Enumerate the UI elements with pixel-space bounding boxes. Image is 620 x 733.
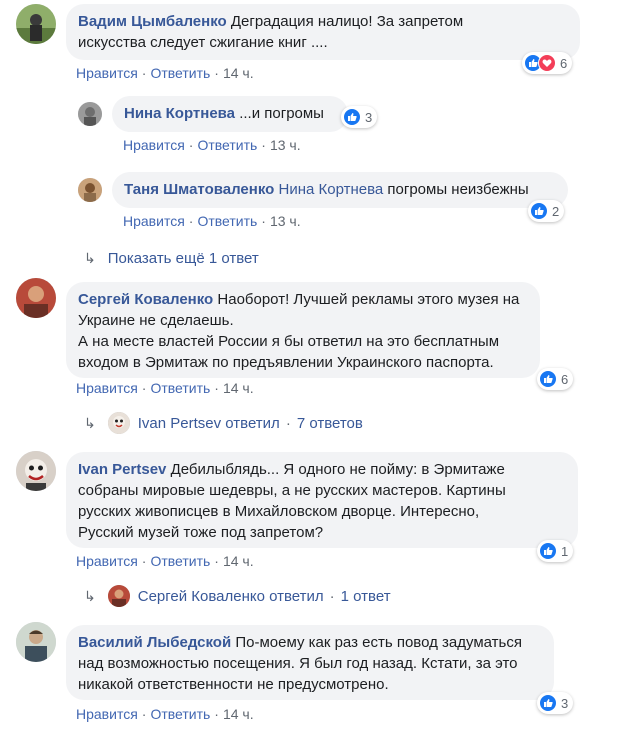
- comment-bubble: Ivan Pertsev Дебилыблядь... Я одного не …: [66, 452, 578, 548]
- like-button[interactable]: Нравится: [123, 137, 185, 153]
- comment-text: собраны мировые шедевры, а не русских ма…: [78, 482, 506, 499]
- comment-text: никакой ответственности не предусмотрено…: [78, 676, 389, 693]
- reply-button[interactable]: Ответить: [197, 137, 257, 153]
- reaction-count: 3: [561, 695, 569, 711]
- mention-link[interactable]: Нина Кортнева: [278, 181, 383, 198]
- comment-text: По-моему как раз есть повод задуматься: [235, 634, 522, 651]
- love-icon: [538, 54, 556, 72]
- reaction-count: 2: [552, 203, 560, 219]
- reply-arrow-icon: ↳: [84, 414, 96, 431]
- comment-text: входом в Эрмитаж по предъявлении Украинс…: [78, 354, 494, 371]
- reply-arrow-icon: ↳: [84, 587, 96, 604]
- avatar[interactable]: [16, 622, 56, 662]
- show-more-replies[interactable]: ↳ Показать ещё 1 ответ: [84, 250, 259, 267]
- timestamp[interactable]: 14 ч.: [223, 706, 254, 722]
- comment-bubble: Василий Лыбедской По-моему как раз есть …: [66, 625, 554, 700]
- author-name[interactable]: Нина Кортнева: [124, 105, 235, 122]
- like-icon: [539, 694, 557, 712]
- avatar[interactable]: [16, 278, 56, 318]
- timestamp[interactable]: 14 ч.: [223, 65, 254, 81]
- avatar[interactable]: [78, 102, 102, 126]
- author-name[interactable]: Ivan Pertsev: [78, 461, 166, 478]
- like-button[interactable]: Нравится: [76, 65, 138, 81]
- avatar[interactable]: [78, 178, 102, 202]
- avatar[interactable]: [16, 451, 56, 491]
- comment-text: над возможностью посещения. Я был год на…: [78, 655, 518, 672]
- avatar: [107, 585, 130, 607]
- reactions[interactable]: 3: [341, 106, 378, 128]
- comment-actions: Нравится · Ответить · 13 ч.: [123, 213, 301, 229]
- comment-actions: Нравится · Ответить · 14 ч.: [76, 553, 254, 569]
- timestamp[interactable]: 14 ч.: [223, 380, 254, 396]
- reply-button[interactable]: Ответить: [150, 706, 210, 722]
- reply-button[interactable]: Ответить: [197, 213, 257, 229]
- timestamp[interactable]: 13 ч.: [270, 137, 301, 153]
- like-icon: [539, 370, 557, 388]
- timestamp[interactable]: 13 ч.: [270, 213, 301, 229]
- like-icon: [539, 542, 557, 560]
- like-button[interactable]: Нравится: [76, 380, 138, 396]
- comment-text: Деградация налицо! За запретом: [230, 13, 464, 30]
- reply-button[interactable]: Ответить: [150, 380, 210, 396]
- comment-text: ...и погромы: [239, 105, 324, 122]
- like-icon: [530, 202, 548, 220]
- comment-text: Дебилыблядь... Я одного не пойму: в Эрми…: [170, 461, 505, 478]
- like-button[interactable]: Нравится: [123, 213, 185, 229]
- reaction-count: 1: [561, 543, 569, 559]
- avatar[interactable]: [16, 4, 56, 44]
- reaction-count: 6: [561, 371, 569, 387]
- comment-bubble: Сергей Коваленко Наоборот! Лучшей реклам…: [66, 282, 540, 378]
- timestamp[interactable]: 14 ч.: [223, 553, 254, 569]
- comment-text: Украине не сделаешь.: [78, 312, 234, 329]
- reactions[interactable]: 3: [537, 692, 574, 714]
- comment-text: Наоборот! Лучшей рекламы этого музея на: [217, 291, 520, 308]
- reaction-count: 6: [560, 55, 568, 71]
- comment-actions: Нравится · Ответить · 14 ч.: [76, 65, 254, 81]
- view-replies-link[interactable]: ↳ Сергей Коваленко ответил · 1 ответ: [84, 585, 391, 607]
- author-name[interactable]: Василий Лыбедской: [78, 634, 231, 651]
- comment-text: А на месте властей России я бы ответил н…: [78, 333, 500, 350]
- reactions[interactable]: 1: [537, 540, 574, 562]
- comment-actions: Нравится · Ответить · 14 ч.: [76, 706, 254, 722]
- reply-arrow-icon: ↳: [84, 250, 96, 266]
- comment-actions: Нравится · Ответить · 14 ч.: [76, 380, 254, 396]
- like-button[interactable]: Нравится: [76, 706, 138, 722]
- comment-text: погромы неизбежны: [387, 181, 529, 198]
- like-icon: [343, 108, 361, 126]
- like-button[interactable]: Нравится: [76, 553, 138, 569]
- reply-button[interactable]: Ответить: [150, 553, 210, 569]
- comment-text: искусства следует сжигание книг ....: [78, 34, 328, 51]
- avatar: [107, 412, 130, 434]
- author-name[interactable]: Сергей Коваленко: [78, 291, 213, 308]
- comment-text: Русский музей тоже под запретом?: [78, 524, 324, 541]
- reaction-count: 3: [365, 109, 373, 125]
- reactions[interactable]: 2: [528, 200, 565, 222]
- reply-button[interactable]: Ответить: [150, 65, 210, 81]
- comment-text: русских живописцев в Михайловском дворце…: [78, 503, 480, 520]
- comment-bubble: Нина Кортнева ...и погромы: [112, 96, 348, 132]
- reactions[interactable]: 6: [522, 52, 573, 74]
- view-replies-link[interactable]: ↳ Ivan Pertsev ответил · 7 ответов: [84, 412, 363, 434]
- author-name[interactable]: Вадим Цымбаленко: [78, 13, 227, 30]
- comment-bubble: Вадим Цымбаленко Деградация налицо! За з…: [66, 4, 580, 60]
- comment-actions: Нравится · Ответить · 13 ч.: [123, 137, 301, 153]
- author-name[interactable]: Таня Шматоваленко: [124, 181, 274, 198]
- reactions[interactable]: 6: [537, 368, 574, 390]
- comment-bubble: Таня Шматоваленко Нина Кортнева погромы …: [112, 172, 568, 208]
